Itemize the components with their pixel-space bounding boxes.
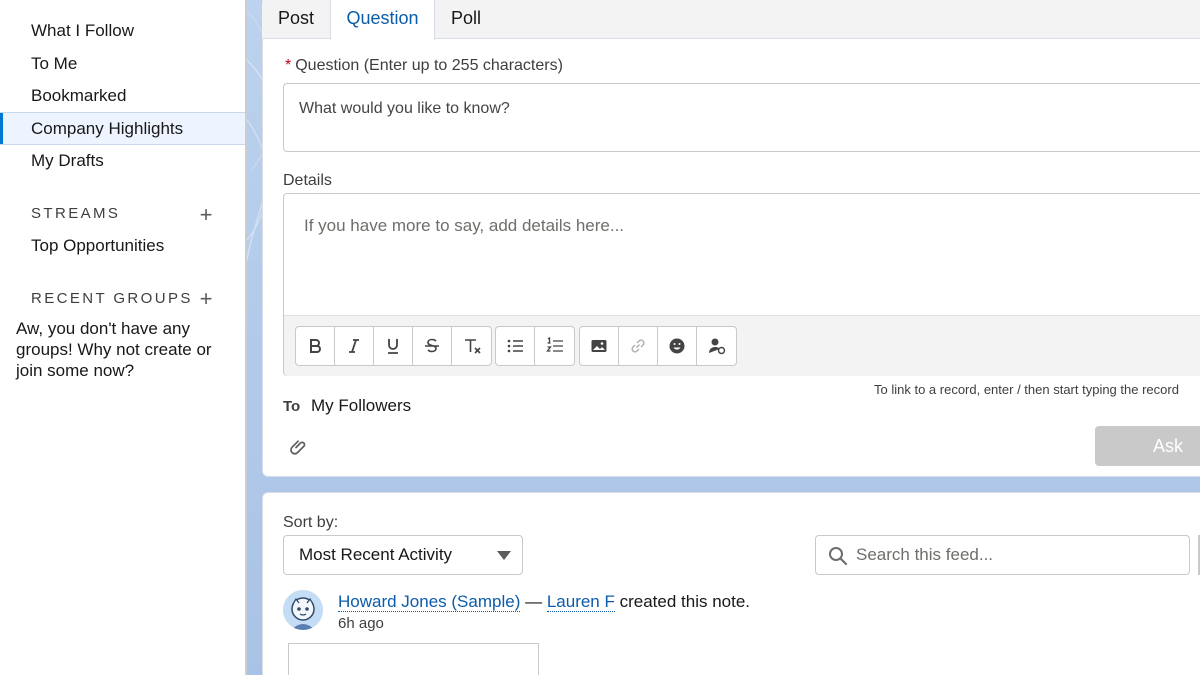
post-action-text: created this note.: [619, 592, 751, 611]
mention-icon: [708, 338, 725, 355]
search-icon: [829, 547, 848, 566]
add-stream-plus-icon[interactable]: +: [197, 204, 215, 226]
post-actor-link[interactable]: Lauren F: [546, 592, 615, 612]
details-placeholder: If you have more to say, add details her…: [304, 216, 625, 235]
bulleted-list-icon: [507, 339, 523, 353]
nav-item-what-i-follow[interactable]: What I Follow: [0, 15, 246, 47]
link-icon: [631, 339, 645, 353]
numbered-list-icon: [545, 337, 563, 352]
post-author-link[interactable]: Howard Jones (Sample): [338, 592, 521, 612]
add-group-plus-icon[interactable]: +: [197, 288, 215, 310]
nav-item-top-opportunities[interactable]: Top Opportunities: [0, 230, 246, 262]
feed-navigation: What I Follow To Me Bookmarked Company H…: [0, 0, 246, 675]
rich-text-toolbar: [284, 315, 1200, 376]
mention-button[interactable]: [697, 327, 736, 365]
record-link-hint: To link to a record, enter / then start …: [874, 382, 1179, 397]
strikethrough-button[interactable]: [413, 327, 452, 365]
note-preview[interactable]: [288, 643, 539, 675]
recent-groups-heading: RECENT GROUPS: [31, 290, 193, 307]
insert-link-button[interactable]: [619, 327, 658, 365]
to-label: To: [283, 398, 301, 415]
image-icon: [591, 340, 607, 352]
audience-selector[interactable]: My Followers: [311, 396, 411, 416]
italic-icon: [349, 339, 359, 353]
insert-emoji-button[interactable]: [658, 327, 697, 365]
groups-empty-message: Aw, you don't have any groups! Why not c…: [16, 319, 212, 380]
tab-post[interactable]: Post: [262, 0, 330, 39]
bulleted-list-button[interactable]: [496, 327, 535, 365]
bold-icon: [310, 339, 321, 353]
tab-question[interactable]: Question: [330, 0, 435, 40]
feed-post-header: Howard Jones (Sample) — Lauren F created…: [338, 592, 750, 612]
sort-by-label: Sort by:: [283, 514, 339, 531]
attach-file-button[interactable]: [287, 436, 309, 458]
numbered-list-button[interactable]: [535, 327, 574, 365]
ask-button[interactable]: Ask: [1095, 426, 1200, 466]
sort-by-value: Most Recent Activity: [299, 545, 453, 564]
post-timestamp[interactable]: 6h ago: [338, 615, 384, 632]
question-label-text: Question (Enter up to 255 characters): [295, 57, 563, 74]
question-input[interactable]: What would you like to know?: [283, 83, 1200, 152]
feed-search-input[interactable]: Search this feed...: [815, 535, 1190, 575]
post-separator: —: [525, 592, 543, 611]
underline-icon: [388, 339, 398, 354]
sort-by-select[interactable]: Most Recent Activity: [283, 535, 523, 575]
details-editor[interactable]: If you have more to say, add details her…: [283, 193, 1200, 376]
nav-item-my-drafts[interactable]: My Drafts: [0, 145, 246, 177]
bold-button[interactable]: [296, 327, 335, 365]
avatar[interactable]: [283, 590, 323, 630]
tab-poll[interactable]: Poll: [435, 0, 497, 39]
strikethrough-icon: [425, 338, 439, 353]
nav-item-bookmarked[interactable]: Bookmarked: [0, 80, 246, 112]
details-label: Details: [283, 172, 332, 189]
format-button-group: [295, 326, 492, 366]
remove-formatting-button[interactable]: [452, 327, 491, 365]
insert-image-button[interactable]: [580, 327, 619, 365]
publisher-tabs: Post Question Poll: [262, 0, 1200, 40]
underline-button[interactable]: [374, 327, 413, 365]
question-label: * Question (Enter up to 255 characters): [285, 57, 563, 75]
streams-heading: STREAMS: [31, 205, 121, 222]
app-root: What I Follow To Me Bookmarked Company H…: [0, 0, 1200, 675]
astro-avatar-icon: [283, 590, 323, 630]
chevron-down-icon: [497, 551, 511, 560]
nav-item-company-highlights[interactable]: Company Highlights: [0, 112, 246, 145]
remove-formatting-icon: [464, 339, 481, 354]
emoji-icon: [669, 338, 685, 354]
list-button-group: [495, 326, 575, 366]
insert-button-group: [579, 326, 737, 366]
nav-item-to-me[interactable]: To Me: [0, 48, 246, 80]
paperclip-icon: [290, 440, 306, 455]
italic-button[interactable]: [335, 327, 374, 365]
search-placeholder: Search this feed...: [856, 545, 994, 564]
required-marker: *: [285, 57, 292, 74]
